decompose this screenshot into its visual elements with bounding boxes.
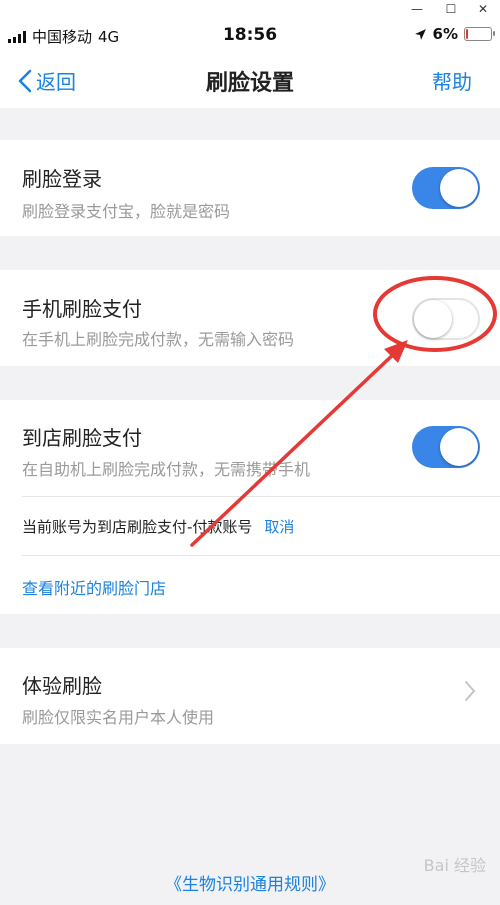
- account-info-text: 当前账号为到店刷脸支付-付款账号: [22, 518, 253, 536]
- phone-face-pay-row: 手机刷脸支付 在手机上刷脸完成付款，无需输入密码: [0, 270, 500, 366]
- face-login-toggle[interactable]: [412, 167, 480, 209]
- divider: [22, 555, 500, 556]
- chevron-right-icon: [464, 680, 476, 708]
- cancel-link[interactable]: 取消: [264, 518, 294, 536]
- store-face-pay-section: 到店刷脸支付 在自助机上刷脸完成付款，无需携带手机 当前账号为到店刷脸支付-付款…: [0, 400, 500, 614]
- store-face-pay-subtitle: 在自助机上刷脸完成付款，无需携带手机: [22, 460, 311, 479]
- battery-icon: [464, 27, 495, 41]
- phone-face-pay-title: 手机刷脸支付: [22, 297, 142, 321]
- store-face-pay-title: 到店刷脸支付: [22, 426, 142, 450]
- experience-face-subtitle: 刷脸仅限实名用户本人使用: [22, 708, 215, 727]
- toggle-knob: [440, 428, 478, 466]
- status-bar: 中国移动 4G 18:56 6%: [0, 18, 500, 52]
- location-arrow-icon: [414, 28, 426, 40]
- face-login-row: 刷脸登录 刷脸登录支付宝，脸就是密码: [0, 140, 500, 236]
- phone-face-pay-toggle[interactable]: [412, 298, 480, 340]
- help-button[interactable]: 帮助: [432, 66, 472, 95]
- account-info-row: 当前账号为到店刷脸支付-付款账号 取消: [22, 516, 294, 537]
- toggle-knob: [414, 300, 452, 338]
- nav-bar: 返回 刷脸设置 帮助: [0, 52, 500, 108]
- experience-face-title: 体验刷脸: [22, 674, 102, 698]
- watermark: Bai 经验: [423, 856, 486, 875]
- battery-percent: 6%: [432, 25, 458, 43]
- window-titlebar: — ☐ ✕: [0, 0, 500, 18]
- battery-level: [466, 29, 468, 39]
- toggle-knob: [440, 169, 478, 207]
- face-login-title: 刷脸登录: [22, 167, 102, 191]
- experience-face-row[interactable]: 体验刷脸 刷脸仅限实名用户本人使用: [0, 648, 500, 744]
- store-face-pay-toggle[interactable]: [412, 426, 480, 468]
- divider: [22, 496, 500, 497]
- close-icon[interactable]: ✕: [468, 0, 498, 18]
- phone-face-pay-subtitle: 在手机上刷脸完成付款，无需输入密码: [22, 330, 295, 349]
- minimize-icon[interactable]: —: [402, 0, 432, 18]
- page-title: 刷脸设置: [205, 71, 294, 96]
- face-login-subtitle: 刷脸登录支付宝，脸就是密码: [22, 202, 231, 221]
- maximize-icon[interactable]: ☐: [436, 0, 466, 18]
- nearby-stores-link[interactable]: 查看附近的刷脸门店: [22, 575, 166, 599]
